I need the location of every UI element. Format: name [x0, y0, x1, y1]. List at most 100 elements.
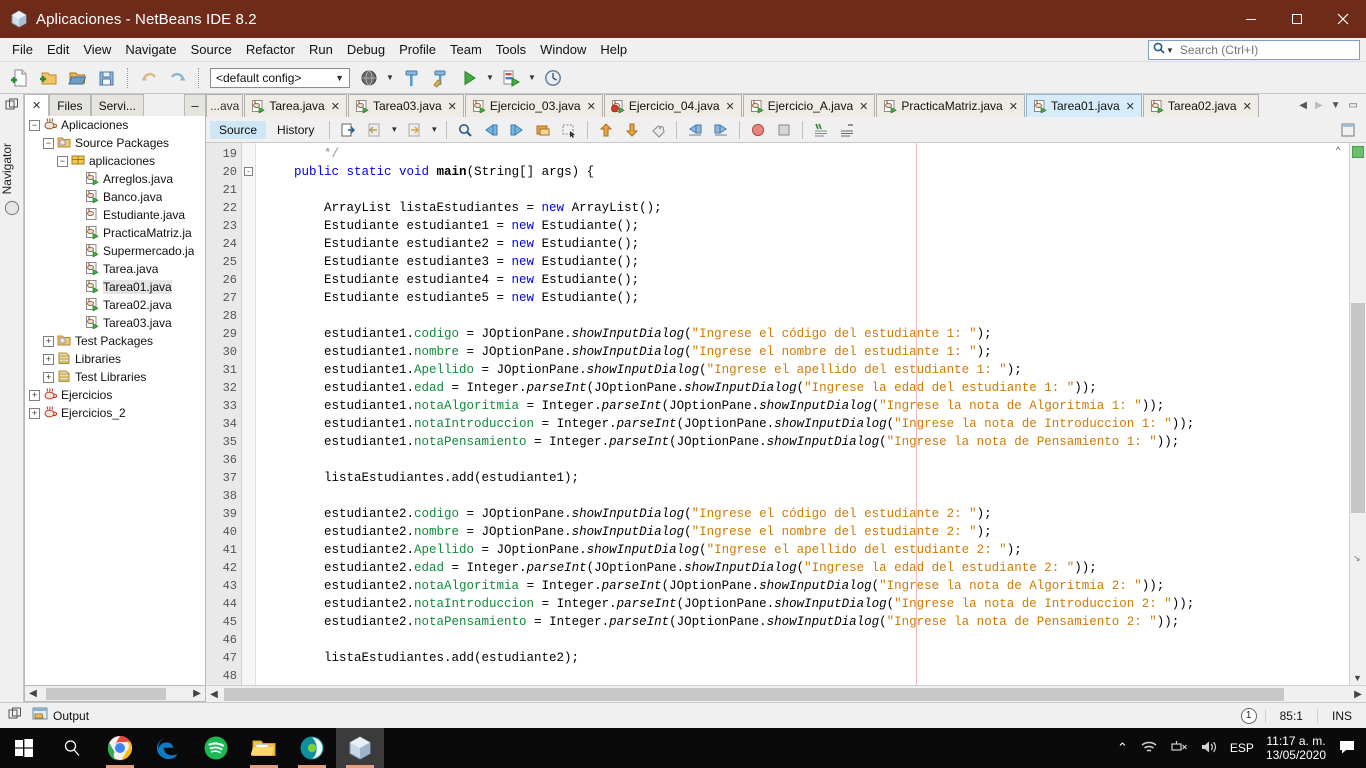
- navigator-label[interactable]: Navigator: [0, 143, 24, 194]
- undo-button[interactable]: [135, 65, 163, 91]
- new-project-button[interactable]: [35, 65, 63, 91]
- edge-taskbar-button[interactable]: [144, 728, 192, 768]
- menu-refactor[interactable]: Refactor: [239, 39, 302, 60]
- tab-list-button[interactable]: ▼: [1331, 100, 1341, 111]
- chrome-taskbar-button[interactable]: [96, 728, 144, 768]
- code-folding-column[interactable]: -: [242, 143, 256, 685]
- tree-item[interactable]: + Test Packages: [25, 332, 205, 350]
- shift-left-icon[interactable]: [683, 119, 707, 141]
- tree-item[interactable]: − Source Packages: [25, 134, 205, 152]
- debug-dropdown[interactable]: ▼: [526, 65, 538, 91]
- code-line[interactable]: estudiante1.notaAlgoritmia = Integer.par…: [256, 397, 1349, 415]
- close-button[interactable]: [1320, 0, 1366, 38]
- code-line[interactable]: Estudiante estudiante3 = new Estudiante(…: [256, 253, 1349, 271]
- tree-item[interactable]: − aplicaciones: [25, 152, 205, 170]
- close-icon[interactable]: ✕: [1009, 100, 1018, 113]
- close-icon[interactable]: ✕: [1126, 100, 1135, 113]
- scroll-thumb[interactable]: [46, 687, 166, 700]
- notifications-icon[interactable]: [1338, 739, 1356, 758]
- dock-icon[interactable]: [0, 98, 24, 117]
- tab-tarea-java[interactable]: Tarea.java ✕: [244, 94, 347, 117]
- scroll-thumb[interactable]: [224, 687, 1284, 701]
- project-tree[interactable]: − Aplicaciones − Source Packages − aplicacion…: [24, 116, 206, 686]
- redo-button[interactable]: [164, 65, 192, 91]
- code-line[interactable]: [256, 181, 1349, 199]
- close-icon[interactable]: ✕: [859, 100, 868, 113]
- tree-item[interactable]: Supermercado.ja: [25, 242, 205, 260]
- forward-dropdown[interactable]: ▼: [428, 117, 440, 143]
- code-line[interactable]: estudiante2.codigo = JOptionPane.showInp…: [256, 505, 1349, 523]
- expand-icon[interactable]: +: [43, 353, 54, 365]
- show-hidden-icons-button[interactable]: ⌃: [1117, 740, 1128, 756]
- menu-team[interactable]: Team: [443, 39, 489, 60]
- output-window-button[interactable]: Output: [22, 706, 89, 725]
- fold-toggle[interactable]: -: [242, 163, 255, 181]
- collapse-icon[interactable]: −: [29, 119, 40, 131]
- close-icon[interactable]: ✕: [726, 100, 735, 113]
- code-line[interactable]: [256, 487, 1349, 505]
- expand-icon[interactable]: +: [29, 407, 40, 419]
- code-line[interactable]: [256, 307, 1349, 325]
- netbeans-installer-taskbar-button[interactable]: [288, 728, 336, 768]
- tree-item[interactable]: Tarea.java: [25, 260, 205, 278]
- tree-item[interactable]: Tarea02.java: [25, 296, 205, 314]
- next-bookmark-icon[interactable]: [505, 119, 529, 141]
- clock[interactable]: 11:17 a. m. 13/05/2020: [1266, 734, 1326, 762]
- code-line[interactable]: [256, 631, 1349, 649]
- collapse-icon[interactable]: −: [43, 137, 54, 149]
- tree-item[interactable]: − Aplicaciones: [25, 116, 205, 134]
- file-explorer-taskbar-button[interactable]: [240, 728, 288, 768]
- close-icon[interactable]: ✕: [448, 100, 457, 113]
- expand-icon[interactable]: +: [29, 389, 40, 401]
- tab-files[interactable]: Files: [49, 94, 91, 116]
- code-line[interactable]: listaEstudiantes.add(estudiante1);: [256, 469, 1349, 487]
- tab-projects[interactable]: ✕: [24, 94, 50, 116]
- forward-icon[interactable]: [402, 119, 426, 141]
- code-line[interactable]: [256, 667, 1349, 685]
- tab-ejercicio-03-java[interactable]: Ejercicio_03.java ✕: [464, 94, 603, 117]
- tab-tarea03-java[interactable]: Tarea03.java ✕: [347, 94, 464, 117]
- scroll-up-icon[interactable]: ^: [1336, 145, 1340, 155]
- save-all-button[interactable]: [93, 65, 121, 91]
- code-line[interactable]: estudiante2.edad = Integer.parseInt(JOpt…: [256, 559, 1349, 577]
- editor-horizontal-scrollbar[interactable]: ◀ ▶: [206, 685, 1366, 702]
- code-line[interactable]: estudiante2.notaAlgoritmia = Integer.par…: [256, 577, 1349, 595]
- new-file-button[interactable]: [6, 65, 34, 91]
- wifi-icon[interactable]: [1140, 739, 1158, 758]
- tree-item[interactable]: Tarea01.java: [25, 278, 205, 296]
- code-line[interactable]: estudiante1.edad = Integer.parseInt(JOpt…: [256, 379, 1349, 397]
- editor-tab-history[interactable]: History: [268, 121, 323, 139]
- menu-run[interactable]: Run: [302, 39, 340, 60]
- scroll-right-icon[interactable]: ▶: [190, 688, 204, 699]
- compass-icon[interactable]: [0, 200, 24, 221]
- config-combo[interactable]: <default config> ▼: [210, 67, 350, 88]
- back-dropdown[interactable]: ▼: [388, 117, 400, 143]
- menu-navigate[interactable]: Navigate: [118, 39, 183, 60]
- scroll-down-icon[interactable]: ▼: [1353, 673, 1362, 683]
- clean-and-build-button[interactable]: [426, 65, 454, 91]
- run-dropdown[interactable]: ▼: [484, 65, 496, 91]
- tab-practicamatriz-java[interactable]: PracticaMatriz.java ✕: [876, 94, 1025, 117]
- scroll-track[interactable]: [222, 687, 1350, 701]
- scroll-left-button[interactable]: ◀: [1299, 100, 1307, 111]
- netbeans-taskbar-button[interactable]: [336, 728, 384, 768]
- uncomment-icon[interactable]: [835, 119, 859, 141]
- spotify-taskbar-button[interactable]: [192, 728, 240, 768]
- search-taskbar-button[interactable]: [48, 728, 96, 768]
- start-macro-recording-icon[interactable]: [746, 119, 770, 141]
- expand-icon[interactable]: +: [43, 335, 54, 347]
- tree-item[interactable]: Banco.java: [25, 188, 205, 206]
- menu-window[interactable]: Window: [533, 39, 593, 60]
- run-project-button[interactable]: [455, 65, 483, 91]
- last-edit-icon[interactable]: [336, 119, 360, 141]
- code-line[interactable]: [256, 451, 1349, 469]
- tree-item[interactable]: PracticaMatriz.ja: [25, 224, 205, 242]
- code-line[interactable]: estudiante1.notaIntroduccion = Integer.p…: [256, 415, 1349, 433]
- notification-badge[interactable]: 1: [1240, 707, 1257, 724]
- collapse-icon[interactable]: −: [57, 155, 68, 167]
- toggle-highlight-icon[interactable]: [646, 119, 670, 141]
- menu-file[interactable]: File: [5, 39, 40, 60]
- close-icon[interactable]: ✕: [32, 99, 41, 112]
- collapse-icon[interactable]: -: [244, 167, 253, 177]
- debug-project-button[interactable]: [497, 65, 525, 91]
